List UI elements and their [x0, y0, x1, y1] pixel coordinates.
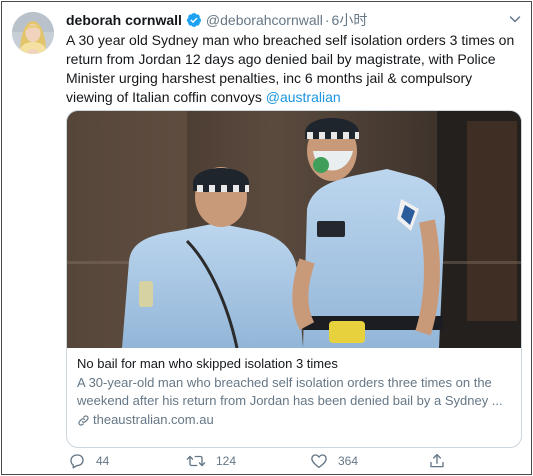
mention-link[interactable]: @australian — [266, 89, 341, 105]
tweet-content: deborah cornwall @deborahcornwall · 6小时 … — [66, 10, 522, 469]
author-handle[interactable]: @deborahcornwall — [206, 12, 323, 28]
link-preview-card[interactable]: No bail for man who skipped isolation 3 … — [66, 110, 522, 448]
card-domain: theaustralian.com.au — [77, 411, 513, 429]
card-image — [67, 111, 521, 348]
avatar[interactable] — [12, 12, 54, 54]
verified-badge-icon — [186, 13, 201, 27]
retweet-button[interactable]: 124 — [186, 451, 236, 471]
tweet-header: deborah cornwall @deborahcornwall · 6小时 — [66, 10, 522, 30]
link-icon — [78, 414, 89, 426]
retweet-count: 124 — [216, 454, 237, 468]
retweet-icon — [186, 455, 206, 467]
card-description: A 30-year-old man who breached self isol… — [77, 375, 503, 408]
tweet-actions: 44 124 364 — [66, 451, 522, 473]
share-button[interactable] — [428, 451, 456, 471]
card-title[interactable]: No bail for man who skipped isolation 3 … — [77, 355, 513, 373]
card-body: No bail for man who skipped isolation 3 … — [77, 355, 513, 429]
card-domain-text: theaustralian.com.au — [93, 412, 214, 427]
reply-icon — [70, 454, 84, 469]
like-button[interactable]: 364 — [310, 451, 358, 471]
caret-down-icon[interactable] — [508, 12, 522, 26]
share-icon — [430, 453, 444, 468]
tweet-timestamp[interactable]: 6小时 — [332, 10, 368, 30]
like-count: 364 — [338, 454, 359, 468]
author-name[interactable]: deborah cornwall — [66, 12, 182, 28]
tweet-text: A 30 year old Sydney man who breached se… — [66, 31, 522, 107]
like-icon — [311, 454, 327, 469]
reply-count: 44 — [96, 454, 110, 468]
separator-dot: · — [324, 12, 330, 28]
reply-button[interactable]: 44 — [68, 451, 109, 471]
tweet-window: deborah cornwall @deborahcornwall · 6小时 … — [1, 1, 532, 475]
avatar-image — [12, 12, 54, 54]
